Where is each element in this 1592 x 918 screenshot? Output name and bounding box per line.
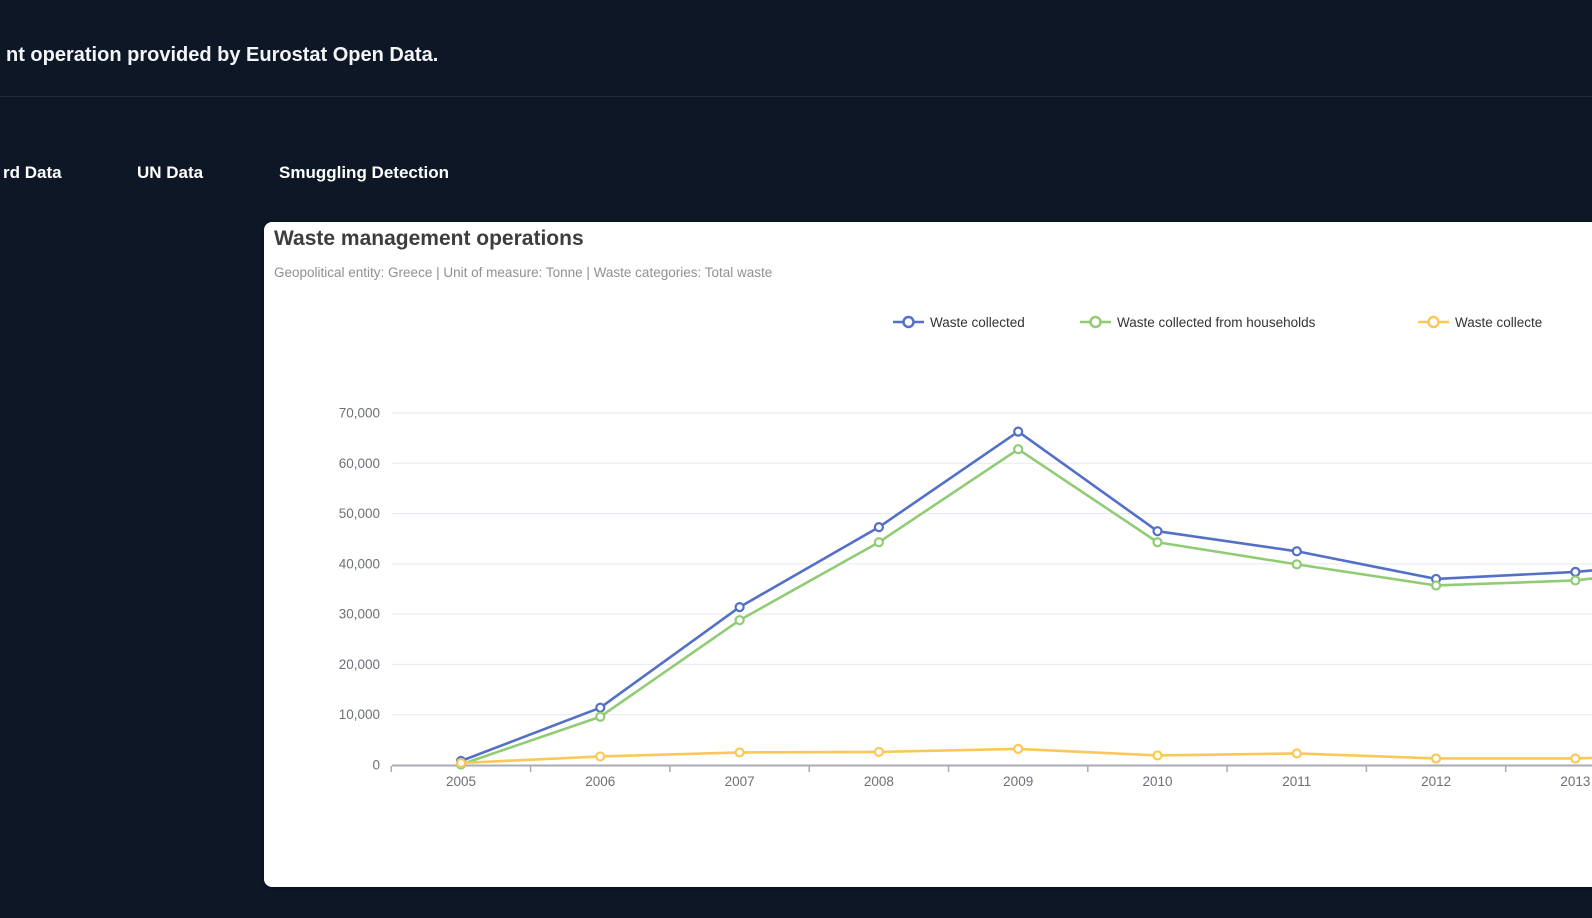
header-banner-text: nt operation provided by Eurostat Open D… <box>6 44 439 66</box>
y-axis-tick-label: 50,000 <box>339 506 380 521</box>
legend-label: Waste collecte <box>1455 314 1543 330</box>
data-point-series-0 <box>1570 566 1581 578</box>
line-series-2 <box>460 747 1592 765</box>
tab-un-data[interactable]: UN Data <box>137 161 203 185</box>
data-point-series-2 <box>1152 750 1163 761</box>
data-point-series-2 <box>595 751 606 762</box>
data-point-series-1 <box>873 537 885 548</box>
legend-item-0[interactable]: Waste collected <box>893 312 1025 332</box>
line-series-1 <box>460 447 1592 766</box>
data-point-series-0 <box>734 602 745 613</box>
data-point-series-2 <box>873 746 885 758</box>
header-divider <box>0 96 1592 97</box>
y-axis-tick-label: 60,000 <box>339 456 380 471</box>
data-point-series-0 <box>1013 426 1024 437</box>
chart-title: Waste management operations <box>274 227 584 250</box>
data-point-series-0 <box>1291 546 1302 557</box>
y-axis-tick-label: 70,000 <box>339 406 380 421</box>
x-axis-tick-label: 2008 <box>864 774 894 789</box>
data-point-series-1 <box>1291 559 1302 570</box>
data-point-series-2 <box>734 747 745 758</box>
x-axis-tick-label: 2006 <box>585 774 615 789</box>
legend-marker-icon <box>1080 315 1111 329</box>
data-point-series-1 <box>1013 444 1024 455</box>
y-axis-tick-label: 30,000 <box>339 607 380 622</box>
data-point-series-2 <box>1570 753 1581 764</box>
tab-standard-data[interactable]: rd Data <box>3 161 62 185</box>
y-axis-tick-label: 10,000 <box>339 707 380 722</box>
x-axis-tick-label: 2007 <box>725 774 755 789</box>
x-axis-tick-label: 2011 <box>1282 774 1311 789</box>
x-axis-tick-label: 2013 <box>1560 774 1590 789</box>
data-point-series-1 <box>734 615 745 626</box>
data-point-series-2 <box>1430 753 1442 764</box>
y-axis-tick-label: 0 <box>372 758 380 773</box>
chart-subtitle: Geopolitical entity: Greece | Unit of me… <box>274 265 773 280</box>
data-point-series-2 <box>455 757 467 769</box>
legend-item-2[interactable]: Waste collecte <box>1418 312 1542 332</box>
legend-item-1[interactable]: Waste collected from households <box>1080 312 1315 332</box>
x-axis-tick-label: 2012 <box>1421 774 1451 789</box>
x-axis-tick-label: 2005 <box>446 774 476 789</box>
tab-smuggling-detection[interactable]: Smuggling Detection <box>279 161 449 185</box>
legend-marker-icon <box>1418 315 1449 329</box>
x-axis-tick-label: 2010 <box>1142 774 1172 789</box>
legend-label: Waste collected <box>930 314 1025 330</box>
line-series-0 <box>460 430 1592 763</box>
data-point-series-2 <box>1013 743 1024 755</box>
y-axis-tick-label: 20,000 <box>339 657 380 672</box>
legend-label: Waste collected from households <box>1117 314 1316 330</box>
data-point-series-0 <box>1152 526 1163 537</box>
data-point-series-1 <box>1570 575 1581 586</box>
data-point-series-2 <box>1291 748 1302 759</box>
y-axis-tick-label: 40,000 <box>339 556 380 571</box>
x-axis-tick-label: 2009 <box>1003 774 1033 789</box>
legend-marker-icon <box>893 315 924 329</box>
data-point-series-1 <box>1152 537 1163 548</box>
data-point-series-1 <box>595 711 606 722</box>
data-point-series-1 <box>1430 580 1442 591</box>
data-point-series-0 <box>873 522 885 533</box>
chart-card: 0 10,000 20,000 30,000 40,000 50,000 60,000 70,… <box>264 222 1592 887</box>
data-point-series-0 <box>595 702 606 713</box>
